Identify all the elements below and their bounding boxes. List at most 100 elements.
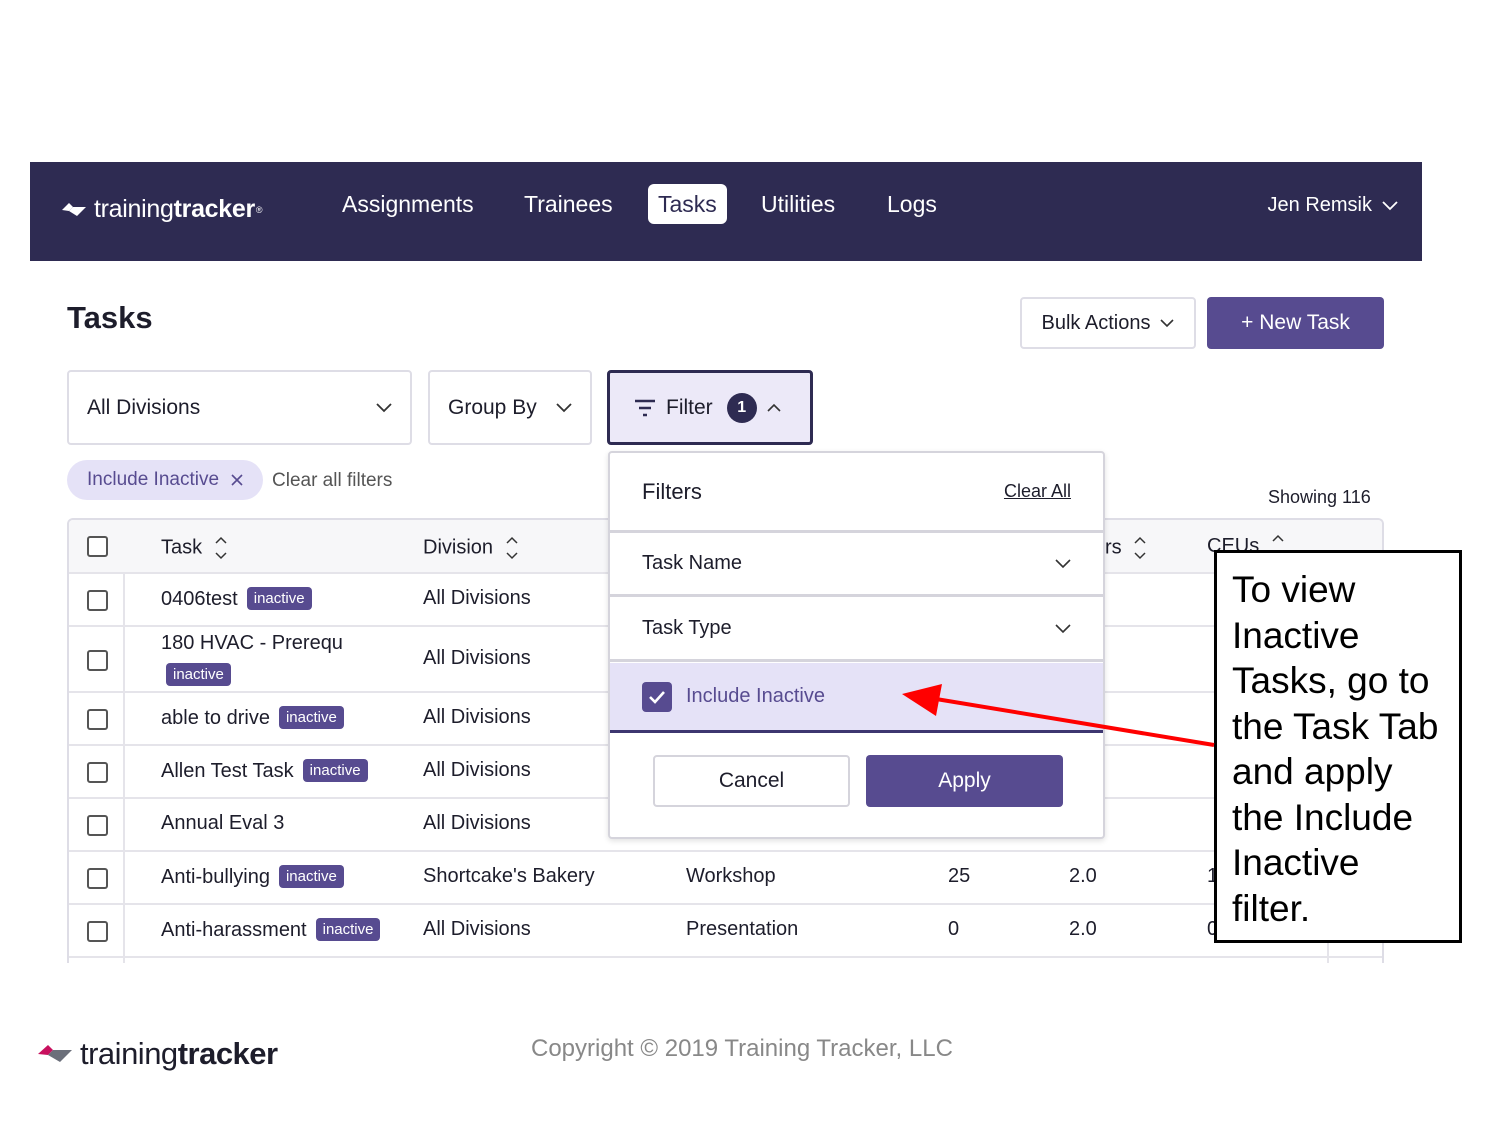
chevron-down-icon xyxy=(1055,623,1071,633)
tab-utilities[interactable]: Utilities xyxy=(751,184,845,224)
task-name-cell[interactable]: Anti-bullying inactive xyxy=(161,865,344,889)
task-name: Anti-harassment xyxy=(161,919,307,941)
count-cell: 0 xyxy=(948,918,960,940)
clear-all-link[interactable]: Clear All xyxy=(1004,481,1071,502)
column-header-task-label: Task xyxy=(161,536,203,559)
footer-logo: training tracker xyxy=(36,1036,278,1072)
brand-logo[interactable]: training tracker ® xyxy=(60,195,263,224)
division-cell: All Divisions xyxy=(423,706,531,728)
task-name: Anti-bullying xyxy=(161,866,270,888)
division-select[interactable]: All Divisions xyxy=(67,370,412,445)
table-row[interactable]: Anti-harassment inactive All Divisions Pr… xyxy=(69,905,1382,958)
chevron-down-icon xyxy=(1055,558,1071,568)
page-title: Tasks xyxy=(67,300,153,335)
task-name-cell[interactable]: 0406test inactive xyxy=(161,587,312,611)
footer-logo-bold: tracker xyxy=(177,1036,278,1071)
annotation-line: Inactive xyxy=(1232,614,1360,656)
bulk-actions-button[interactable]: Bulk Actions xyxy=(1020,297,1196,349)
row-checkbox[interactable] xyxy=(87,590,108,611)
row-checkbox[interactable] xyxy=(87,815,108,836)
sort-ascending-icon xyxy=(1272,534,1284,542)
table-row[interactable]: Anti-bullying inactive Shortcake's Bakery… xyxy=(69,852,1382,905)
training-tracker-logo-icon xyxy=(38,1045,72,1062)
filter-dropdown-panel: Filters Clear All Task Name Task Type In… xyxy=(608,451,1105,839)
division-cell: All Divisions xyxy=(423,587,531,609)
task-name-accordion[interactable]: Task Name xyxy=(610,533,1103,597)
task-name-cell-wrap: inactive xyxy=(157,663,231,687)
clear-all-filters-link[interactable]: Clear all filters xyxy=(272,470,392,492)
annotation-line: the Task Tab xyxy=(1232,705,1439,747)
inactive-badge: inactive xyxy=(315,918,381,941)
task-name-accordion-label: Task Name xyxy=(642,552,743,574)
tab-trainees[interactable]: Trainees xyxy=(514,184,623,224)
task-name-cell[interactable]: Anti-harassment inactive xyxy=(161,918,381,942)
division-cell: All Divisions xyxy=(423,918,531,940)
select-all-checkbox[interactable] xyxy=(87,536,108,557)
division-select-value: All Divisions xyxy=(87,395,201,419)
division-cell: Shortcake's Bakery xyxy=(423,865,595,887)
active-filter-chip[interactable]: Include Inactive xyxy=(67,460,264,500)
filter-panel-title: Filters xyxy=(642,479,702,504)
task-type-accordion-label: Task Type xyxy=(642,617,732,639)
tab-assignments[interactable]: Assignments xyxy=(332,184,484,224)
type-cell: Presentation xyxy=(686,918,799,940)
annotation-line: filter. xyxy=(1232,887,1311,929)
new-task-button[interactable]: + New Task xyxy=(1207,297,1384,349)
task-name: able to drive xyxy=(161,707,270,729)
filter-panel-header: Filters Clear All xyxy=(610,453,1103,533)
column-header-division-label: Division xyxy=(423,536,494,559)
chevron-up-icon xyxy=(767,403,781,412)
tab-tasks[interactable]: Tasks xyxy=(648,184,727,224)
column-header-hours[interactable]: rs xyxy=(1105,534,1147,562)
inactive-badge: inactive xyxy=(278,865,344,888)
include-inactive-option[interactable]: Include Inactive xyxy=(610,663,1103,733)
task-name: 180 HVAC - Prerequ xyxy=(161,632,343,654)
task-name: Annual Eval 3 xyxy=(161,812,285,834)
sort-icon xyxy=(215,536,227,560)
group-by-select-value: Group By xyxy=(448,395,537,419)
brand-text-bold: tracker xyxy=(173,195,256,223)
inactive-badge: inactive xyxy=(166,663,231,686)
brand-registered-mark: ® xyxy=(255,204,263,215)
group-by-select[interactable]: Group By xyxy=(428,370,592,445)
row-checkbox[interactable] xyxy=(87,709,108,730)
task-name-cell[interactable]: Annual Eval 3 xyxy=(161,812,284,835)
task-name-cell[interactable]: 180 HVAC - Prerequ xyxy=(161,632,343,655)
division-cell: All Divisions xyxy=(423,647,531,669)
tab-logs[interactable]: Logs xyxy=(877,184,947,224)
column-header-hours-label: rs xyxy=(1105,536,1122,559)
footer-logo-light: training xyxy=(80,1036,178,1071)
filter-button-label: Filter xyxy=(666,395,713,419)
count-cell: 25 xyxy=(948,865,971,887)
top-navigation-bar: training tracker ® Assignments Trainees Ta… xyxy=(30,162,1422,261)
apply-button[interactable]: Apply xyxy=(866,755,1063,807)
cancel-button[interactable]: Cancel xyxy=(653,755,850,807)
user-menu[interactable]: Jen Remsik xyxy=(1268,194,1398,217)
task-name-cell[interactable]: able to drive inactive xyxy=(161,706,344,730)
chevron-down-icon xyxy=(376,402,392,412)
row-checkbox[interactable] xyxy=(87,650,108,671)
annotation-line: the Include xyxy=(1232,796,1414,838)
column-header-division[interactable]: Division xyxy=(423,534,519,562)
annotation-line: Tasks, go to xyxy=(1232,660,1430,701)
user-name: Jen Remsik xyxy=(1267,194,1372,216)
row-checkbox[interactable] xyxy=(87,762,108,783)
inactive-badge: inactive xyxy=(246,587,312,610)
filter-button[interactable]: Filter 1 xyxy=(607,370,813,445)
task-type-accordion[interactable]: Task Type xyxy=(610,598,1103,662)
row-checkbox[interactable] xyxy=(87,921,108,942)
brand-text-light: training xyxy=(94,195,174,223)
hours-cell: 2.0 xyxy=(1069,865,1097,887)
checkmark-icon xyxy=(649,690,665,704)
column-header-task[interactable]: Task xyxy=(161,534,228,562)
close-icon[interactable] xyxy=(231,474,243,486)
type-cell: Workshop xyxy=(686,865,776,887)
row-checkbox[interactable] xyxy=(87,868,108,889)
hours-cell: 2.0 xyxy=(1069,918,1097,940)
showing-count: Showing 116 xyxy=(1268,487,1371,507)
task-name-cell[interactable]: Allen Test Task inactive xyxy=(161,759,368,783)
include-inactive-checkbox[interactable] xyxy=(642,681,672,712)
include-inactive-label: Include Inactive xyxy=(686,685,825,707)
bulk-actions-label: Bulk Actions xyxy=(1041,311,1151,334)
inactive-badge: inactive xyxy=(278,706,344,729)
